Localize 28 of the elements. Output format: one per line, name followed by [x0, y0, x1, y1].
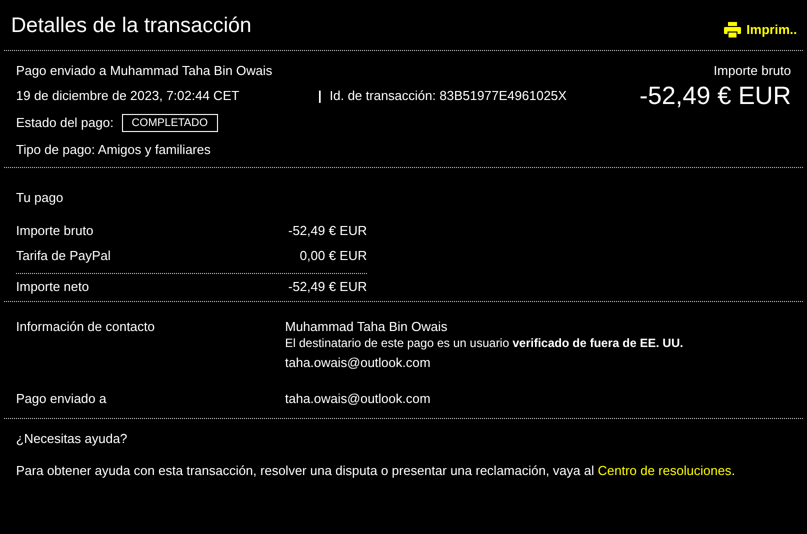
verification-note: El destinatario de este pago es un usuario verificado de fuera de EE. UU. — [285, 334, 684, 350]
amount-value: -52,49 € EUR — [288, 278, 367, 294]
date-text: 19 de diciembre de 2023, 7:02:44 CET — [16, 88, 240, 104]
sent-to-email: taha.owais@outlook.com — [285, 390, 430, 406]
transaction-id: Id. de transacción: 83B51977E4961025X — [330, 88, 567, 104]
payment-type: Tipo de pago: Amigos y familiares — [16, 142, 212, 158]
amount-label: Tarifa de PayPal — [16, 248, 111, 264]
contact-name: Muhammad Taha Bin Owais — [285, 318, 448, 334]
help-heading: ¿Necesitas ayuda? — [16, 430, 128, 446]
status-label: Estado del pago: — [16, 114, 114, 132]
sent-to-label: Pago enviado a — [16, 390, 108, 406]
recipient-text: Pago enviado a Muhammad Taha Bin Owais — [16, 63, 274, 79]
contact-label: Información de contacto — [16, 318, 156, 336]
section-heading: Tu pago — [16, 190, 64, 206]
print-button[interactable]: Imprim.. — [724, 20, 797, 40]
help-text: Para obtener ayuda con esta transacción, resolver una disputa o presentar una reclamación, vaya al Centro de resoluciones. — [16, 462, 736, 478]
gross-amount: -52,49 € EUR — [640, 81, 791, 111]
amount-label: Importe neto — [16, 278, 89, 294]
separator-text: | — [318, 88, 322, 104]
amount-value: 0,00 € EUR — [300, 248, 367, 264]
amount-label: Importe bruto — [16, 222, 94, 238]
resolution-center-link[interactable]: Centro de resoluciones — [598, 462, 732, 478]
contact-email: taha.owais@outlook.com — [285, 354, 432, 370]
page-title: Detalles de la transacción — [11, 13, 252, 39]
status-badge: COMPLETADO — [122, 114, 218, 132]
gross-label: Importe bruto — [714, 63, 791, 79]
printer-icon — [724, 22, 742, 38]
amount-value: -52,49 € EUR — [288, 222, 367, 238]
